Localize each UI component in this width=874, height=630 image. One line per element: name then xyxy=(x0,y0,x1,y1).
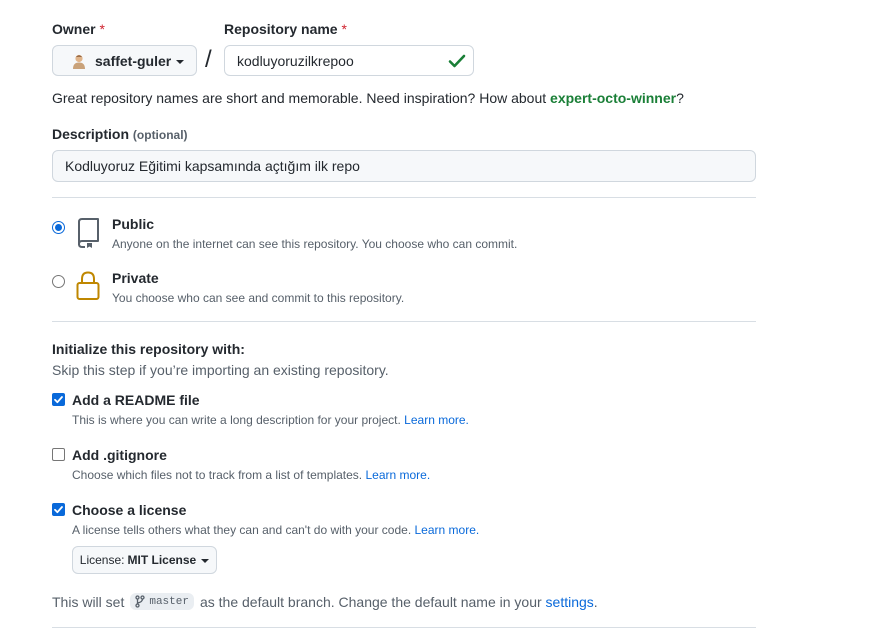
settings-link[interactable]: settings xyxy=(546,594,594,610)
description-label: Description (optional) xyxy=(52,126,188,142)
owner-required-mark: * xyxy=(99,21,105,37)
divider xyxy=(52,197,756,198)
license-select-button[interactable]: License: MIT License xyxy=(72,546,217,574)
divider xyxy=(52,321,756,322)
default-branch-notice: This will set master as the default bran… xyxy=(52,593,598,610)
description-optional: (optional) xyxy=(132,128,188,142)
visibility-public-description: Anyone on the internet can see this repo… xyxy=(112,237,518,251)
gitignore-description: Choose which files not to track from a l… xyxy=(72,468,431,482)
init-section-title: Initialize this repository with: xyxy=(52,341,245,357)
readme-title: Add a README file xyxy=(72,392,200,408)
init-section-subtitle: Skip this step if you’re importing an ex… xyxy=(52,362,389,378)
checkmark-icon xyxy=(54,506,63,514)
visibility-public-title: Public xyxy=(112,216,155,232)
license-description: A license tells others what they can and… xyxy=(72,523,480,537)
visibility-private-title: Private xyxy=(112,270,159,286)
visibility-private-description: You choose who can see and commit to thi… xyxy=(112,291,405,305)
checkmark-icon xyxy=(54,396,63,404)
repo-name-hint: Great repository names are short and mem… xyxy=(52,90,684,106)
name-suggestion-link[interactable]: expert-octo-winner xyxy=(550,90,676,106)
owner-select-button[interactable]: saffet-guler xyxy=(52,45,197,76)
repo-required-mark: * xyxy=(341,21,347,37)
branch-name-badge: master xyxy=(130,593,194,610)
readme-description: This is where you can write a long descr… xyxy=(72,413,469,427)
lock-icon xyxy=(76,271,100,300)
gitignore-checkbox[interactable] xyxy=(52,448,65,461)
visibility-public-radio[interactable] xyxy=(52,221,65,234)
license-learn-more-link[interactable]: Learn more. xyxy=(415,523,480,537)
license-checkbox[interactable] xyxy=(52,503,65,516)
readme-checkbox[interactable] xyxy=(52,393,65,406)
repo-book-icon xyxy=(78,218,99,248)
license-select-value: MIT License xyxy=(127,553,197,567)
repo-name-label: Repository name * xyxy=(224,21,347,37)
owner-repo-separator: / xyxy=(205,46,212,73)
readme-learn-more-link[interactable]: Learn more. xyxy=(404,413,469,427)
gitignore-learn-more-link[interactable]: Learn more. xyxy=(365,468,430,482)
git-branch-icon xyxy=(135,595,146,608)
visibility-private-radio[interactable] xyxy=(52,275,65,288)
chevron-down-icon xyxy=(201,559,210,563)
gitignore-title: Add .gitignore xyxy=(72,447,167,463)
avatar xyxy=(73,54,85,69)
license-title: Choose a license xyxy=(72,502,187,518)
owner-label: Owner * xyxy=(52,21,105,37)
description-input[interactable] xyxy=(52,150,756,182)
chevron-down-icon xyxy=(176,59,185,64)
owner-username: saffet-guler xyxy=(95,52,172,69)
check-icon xyxy=(448,54,466,68)
repo-name-input[interactable] xyxy=(224,45,474,76)
divider xyxy=(52,627,756,628)
